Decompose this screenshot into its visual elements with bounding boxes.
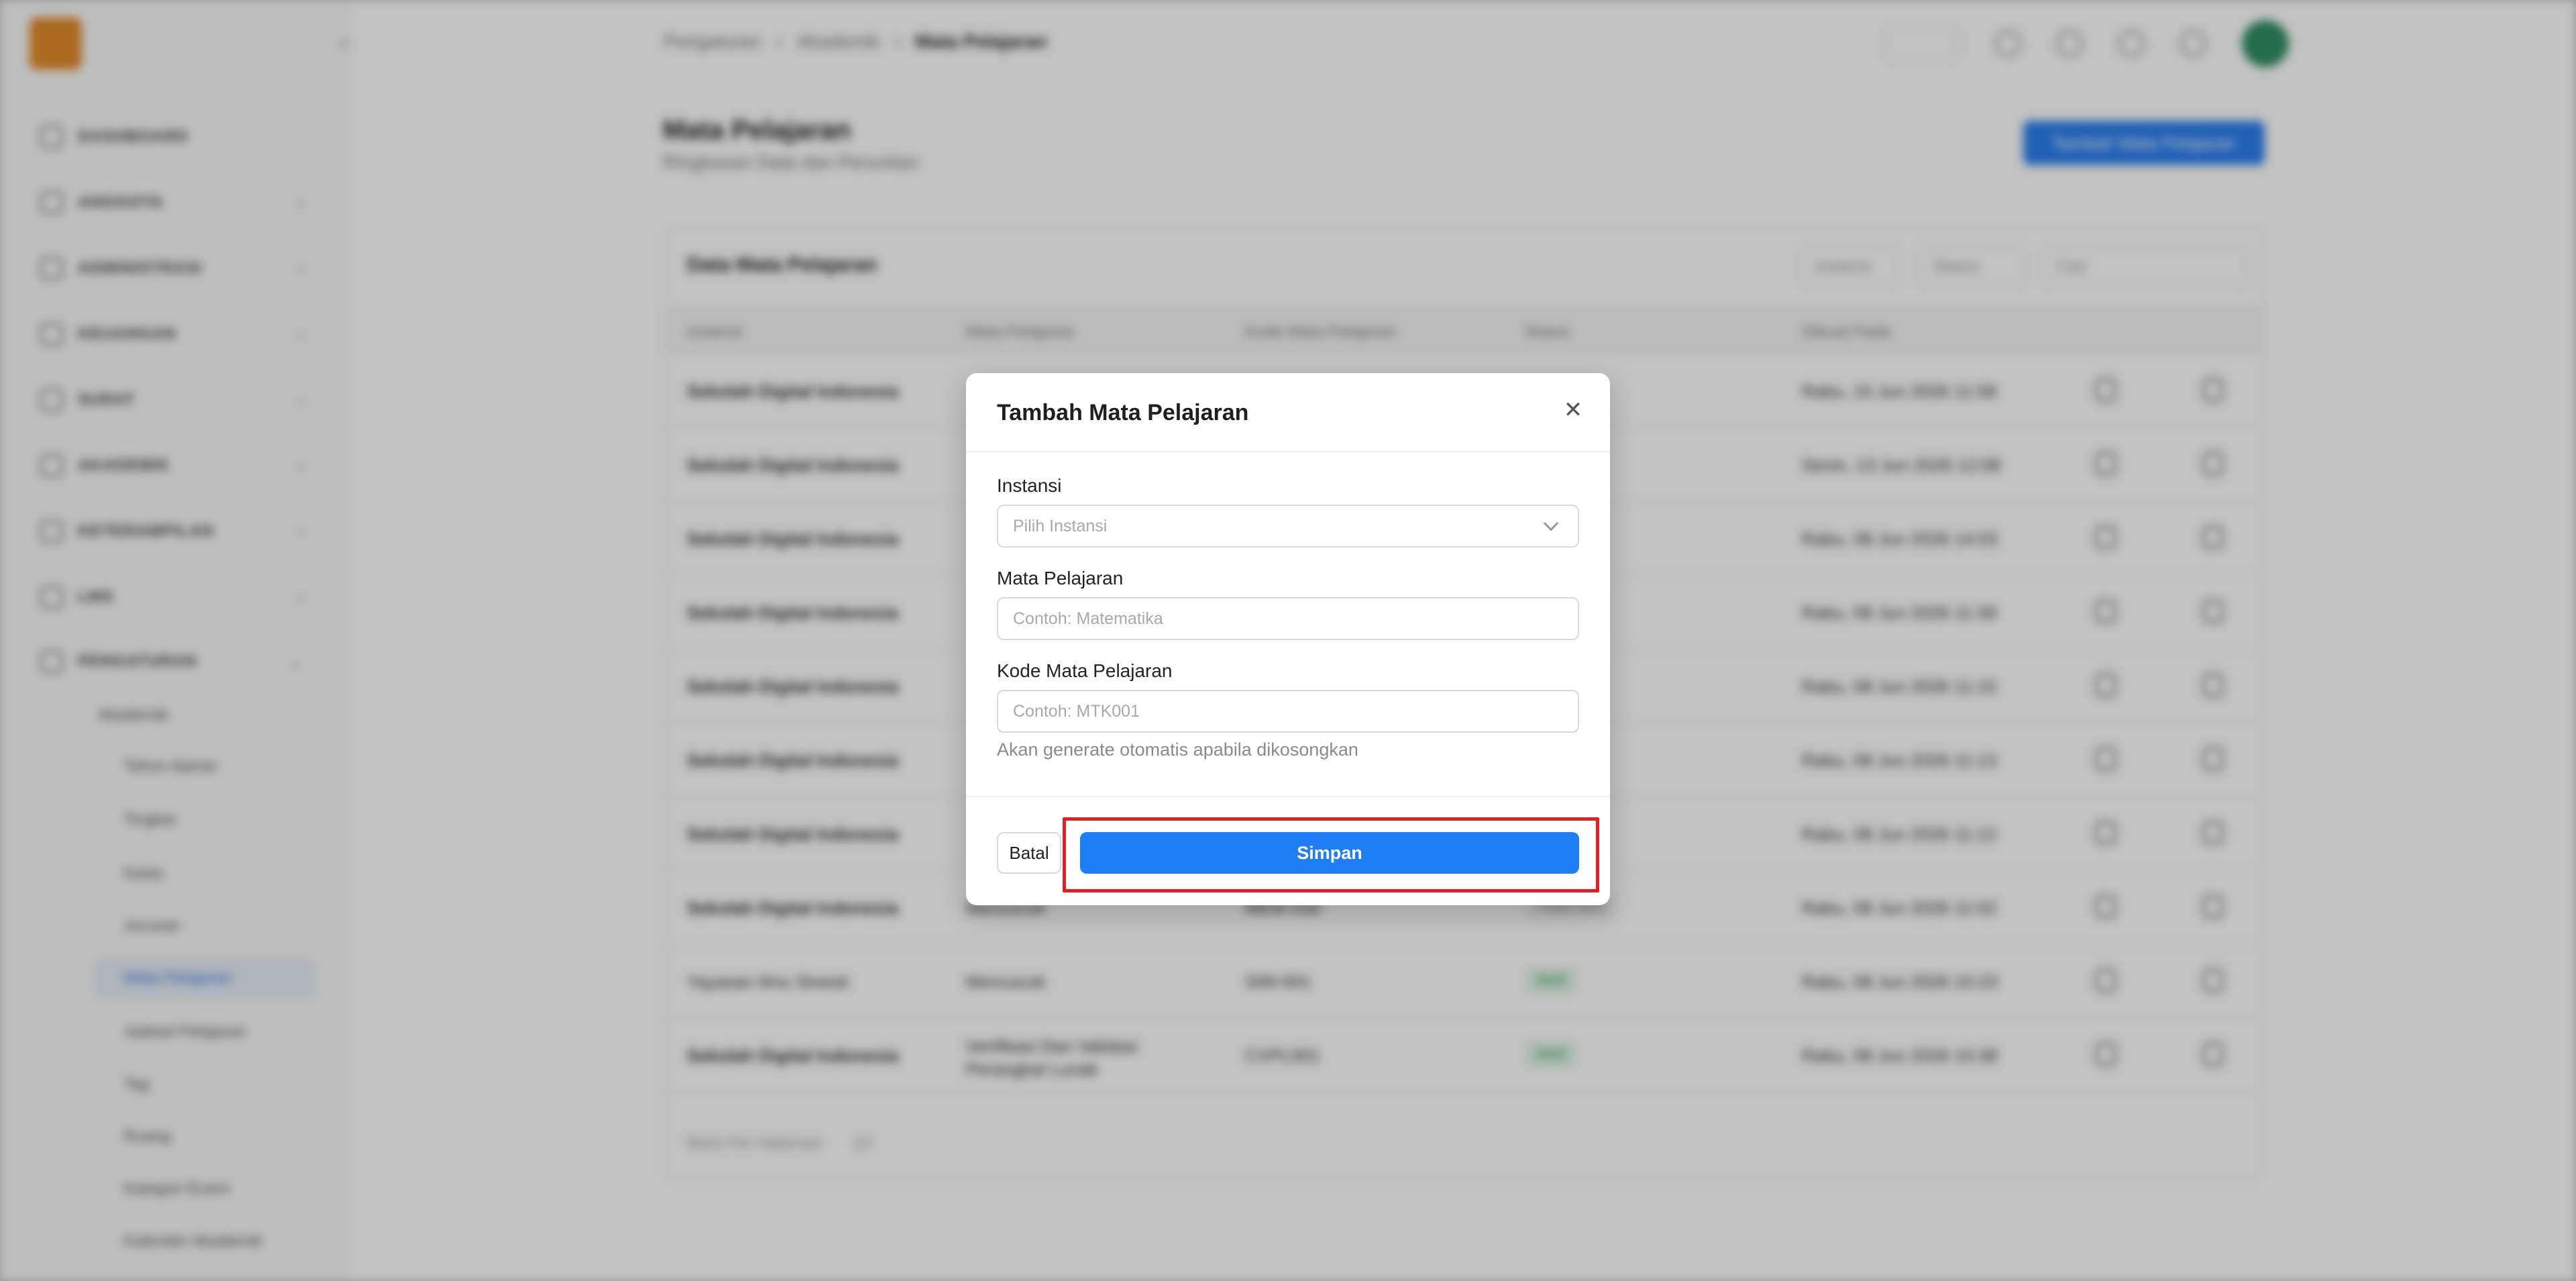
instansi-select[interactable]: Pilih Instansi — [997, 505, 1579, 548]
chevron-down-icon — [1543, 515, 1559, 531]
modal-header-divider — [966, 451, 1610, 452]
cancel-button[interactable]: Batal — [997, 832, 1061, 874]
kode-input[interactable] — [997, 690, 1579, 733]
kode-help-text: Akan generate otomatis apabila dikosongk… — [997, 739, 1358, 760]
modal-footer-divider — [966, 796, 1610, 797]
save-button[interactable]: Simpan — [1080, 832, 1579, 874]
mapel-input[interactable] — [997, 597, 1579, 640]
modal-title: Tambah Mata Pelajaran — [997, 400, 1249, 425]
instansi-label: Instansi — [997, 475, 1062, 496]
kode-label: Kode Mata Pelajaran — [997, 660, 1173, 681]
add-subject-modal: Tambah Mata Pelajaran ✕ Instansi Pilih I… — [966, 373, 1610, 905]
instansi-placeholder: Pilih Instansi — [1013, 516, 1108, 535]
close-icon[interactable]: ✕ — [1556, 393, 1590, 427]
mapel-label: Mata Pelajaran — [997, 568, 1124, 588]
